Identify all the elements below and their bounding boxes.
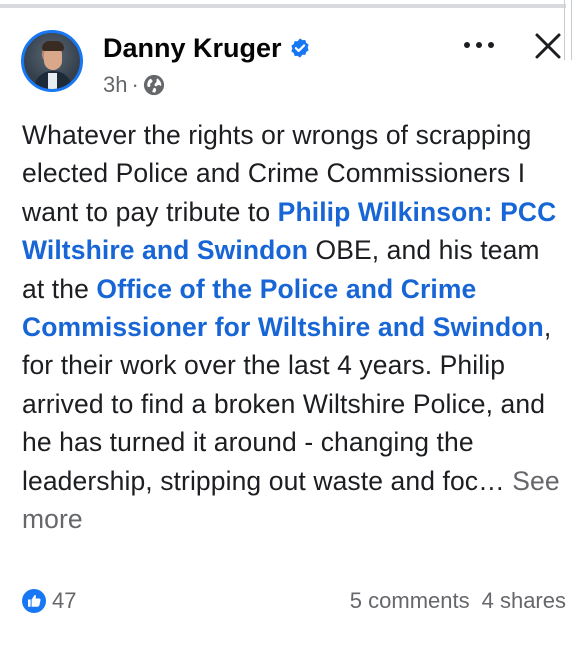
avatar-shirt [48,73,57,89]
engagement-counts: 5 comments 4 shares [350,588,566,614]
more-dot [476,42,482,48]
post-time[interactable]: 3h [103,72,127,98]
close-icon[interactable] [531,26,565,64]
shares-count[interactable]: 4 shares [482,588,566,614]
like-reaction-icon[interactable] [22,589,46,613]
more-dot [464,42,470,48]
author-name[interactable]: Danny Kruger [103,33,282,64]
mention-link-office[interactable]: Office of the Police and Crime Commissio… [22,274,544,342]
public-globe-icon[interactable] [143,74,165,96]
top-divider [0,4,566,8]
reactions-bar: 47 5 comments 4 shares [22,586,566,616]
meta-separator: · [131,72,139,97]
post-body: Whatever the rights or wrongs of scrappi… [22,116,567,538]
avatar[interactable] [21,30,83,92]
avatar-hair [42,41,64,51]
more-dot [488,42,494,48]
author-row: Danny Kruger [103,30,311,66]
more-options-icon[interactable] [459,30,499,60]
like-count[interactable]: 47 [52,588,76,614]
comments-count[interactable]: 5 comments [350,588,470,614]
post-header: Danny Kruger 3h · [21,26,566,106]
verified-badge-icon [290,38,309,58]
post-meta: 3h · [103,72,165,98]
